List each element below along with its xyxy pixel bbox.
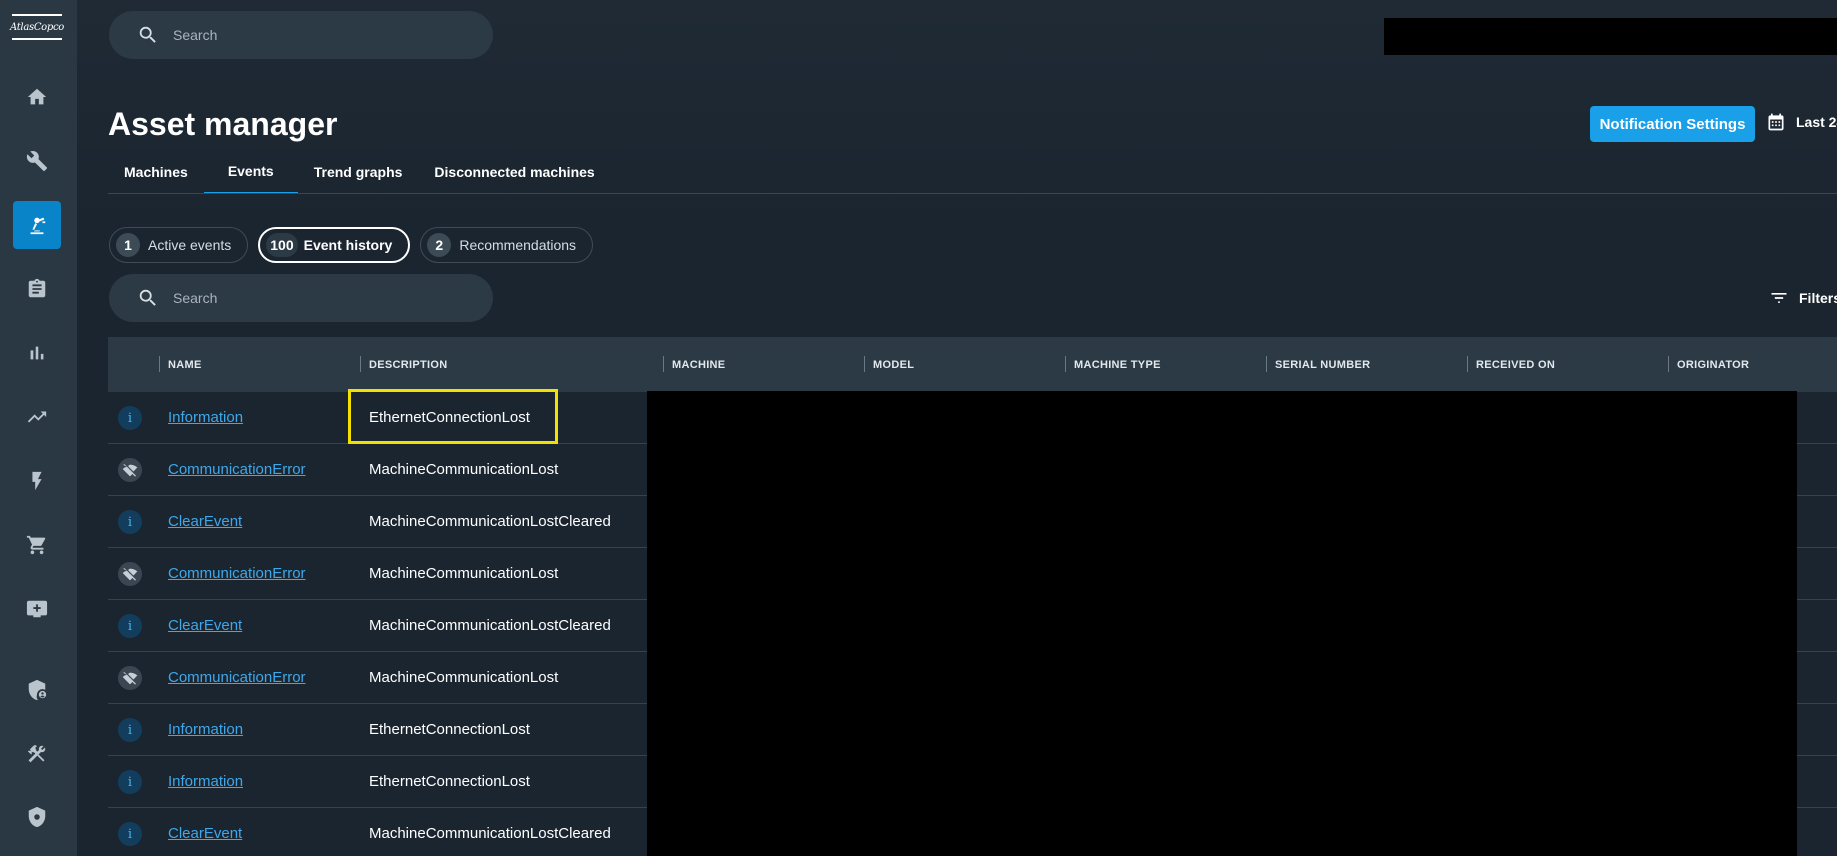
date-range-picker[interactable]: Last 24 (1766, 112, 1837, 132)
column-header-originator[interactable]: ORIGINATOR (1677, 337, 1749, 392)
home-icon[interactable] (13, 73, 61, 121)
event-description: MachineCommunicationLost (369, 669, 559, 686)
column-divider (1668, 356, 1669, 372)
search-icon (139, 289, 156, 306)
chip-label: Recommendations (459, 237, 577, 253)
column-header-description[interactable]: DESCRIPTION (369, 337, 447, 392)
column-divider (360, 356, 361, 372)
date-range-label: Last 24 (1796, 114, 1837, 130)
event-description: MachineCommunicationLostCleared (369, 825, 611, 842)
sidebar: AtlasCopco (0, 0, 77, 856)
filters-label: Filters (1799, 290, 1837, 306)
shopping-cart-icon[interactable] (13, 521, 61, 569)
column-divider (1467, 356, 1468, 372)
chip-label: Active events (148, 237, 232, 253)
robot-arm-icon[interactable] (13, 201, 61, 249)
wifi-off-icon (118, 562, 142, 586)
filter-icon (1771, 293, 1787, 303)
tools-icon[interactable] (13, 730, 61, 778)
column-header-model[interactable]: MODEL (873, 337, 914, 392)
wifi-off-icon (118, 666, 142, 690)
highlight-box (348, 389, 558, 444)
column-header-received-on[interactable]: RECEIVED ON (1476, 337, 1555, 392)
page-title: Asset manager (108, 106, 338, 142)
chip-count: 2 (427, 233, 452, 257)
column-header-machine-type[interactable]: MACHINE TYPE (1074, 337, 1161, 392)
chip-event-history[interactable]: 100 Event history (258, 227, 411, 263)
event-name-link[interactable]: CommunicationError (168, 669, 306, 686)
notification-settings-button[interactable]: Notification Settings (1590, 106, 1755, 142)
event-description: EthernetConnectionLost (369, 721, 530, 738)
logo-text: AtlasCopco (9, 21, 65, 33)
chip-count: 100 (266, 233, 298, 257)
info-icon: i (118, 718, 142, 742)
tab-bar: Machines Events Trend graphs Disconnecte… (108, 150, 611, 194)
column-divider (1266, 356, 1267, 372)
shield-settings-icon[interactable] (13, 666, 61, 714)
lightning-icon[interactable] (13, 457, 61, 505)
shield-icon[interactable] (13, 793, 61, 841)
event-name-link[interactable]: CommunicationError (168, 461, 306, 478)
event-description: EthernetConnectionLost (369, 773, 530, 790)
global-search-input[interactable] (173, 27, 473, 43)
event-name-link[interactable]: Information (168, 409, 243, 426)
info-icon: i (118, 406, 142, 430)
table-search-input[interactable] (173, 290, 473, 306)
event-description: MachineCommunicationLost (369, 461, 559, 478)
table-header: NAME DESCRIPTION MACHINE MODEL MACHINE T… (108, 337, 1837, 392)
info-icon: i (118, 614, 142, 638)
column-divider (663, 356, 664, 372)
clipboard-icon[interactable] (13, 265, 61, 313)
column-header-name[interactable]: NAME (168, 337, 202, 392)
column-divider (159, 356, 160, 372)
tab-disconnected-machines[interactable]: Disconnected machines (418, 150, 610, 194)
table-search[interactable] (109, 274, 493, 322)
wrench-icon[interactable] (13, 137, 61, 185)
event-description: MachineCommunicationLost (369, 565, 559, 582)
chip-recommendations[interactable]: 2 Recommendations (420, 227, 594, 263)
wifi-off-icon (118, 458, 142, 482)
tabs-divider (108, 193, 1837, 194)
chip-count: 1 (116, 233, 140, 257)
event-name-link[interactable]: ClearEvent (168, 617, 242, 634)
event-description: MachineCommunicationLostCleared (369, 617, 611, 634)
event-name-link[interactable]: ClearEvent (168, 513, 242, 530)
event-description: MachineCommunicationLostCleared (369, 513, 611, 530)
event-name-link[interactable]: Information (168, 773, 243, 790)
atlas-copco-logo[interactable]: AtlasCopco (9, 14, 65, 40)
column-header-machine[interactable]: MACHINE (672, 337, 725, 392)
info-icon: i (118, 770, 142, 794)
filters-button[interactable]: Filters (1769, 288, 1837, 308)
event-name-link[interactable]: Information (168, 721, 243, 738)
search-icon (139, 26, 156, 43)
trending-up-icon[interactable] (13, 393, 61, 441)
column-divider (864, 356, 865, 372)
info-icon: i (118, 510, 142, 534)
tab-trend-graphs[interactable]: Trend graphs (298, 150, 419, 194)
chip-label: Event history (303, 237, 393, 253)
info-icon: i (118, 822, 142, 846)
global-search[interactable] (109, 11, 493, 59)
column-header-serial-number[interactable]: SERIAL NUMBER (1275, 337, 1370, 392)
calendar-icon (1768, 113, 1784, 131)
tab-machines[interactable]: Machines (108, 150, 204, 194)
bar-chart-icon[interactable] (13, 329, 61, 377)
column-divider (1065, 356, 1066, 372)
monitor-add-icon[interactable] (13, 585, 61, 633)
event-name-link[interactable]: CommunicationError (168, 565, 306, 582)
tab-events[interactable]: Events (203, 150, 298, 194)
chip-active-events[interactable]: 1 Active events (109, 227, 249, 263)
event-name-link[interactable]: ClearEvent (168, 825, 242, 842)
redacted-user-area (1384, 18, 1837, 55)
event-filter-chips: 1 Active events 100 Event history 2 Reco… (109, 227, 594, 263)
redacted-table-area (647, 391, 1797, 856)
